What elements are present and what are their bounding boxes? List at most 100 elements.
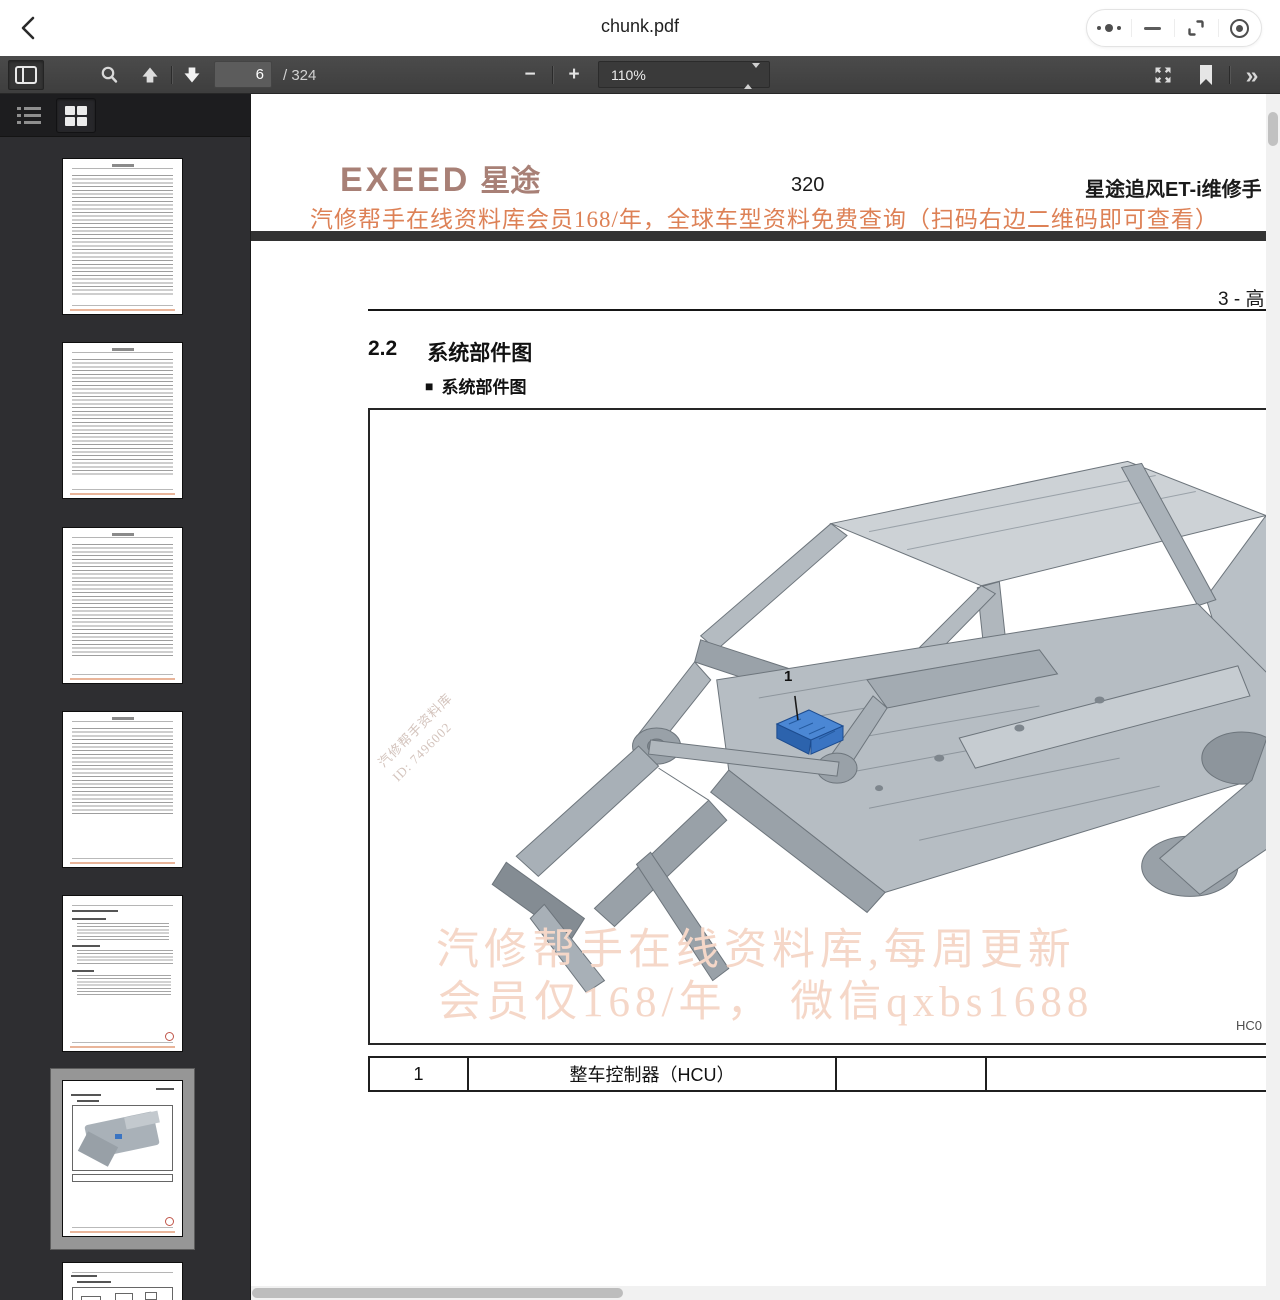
- search-icon: [99, 65, 119, 85]
- thumb-decoration: [72, 352, 173, 353]
- horizontal-scrollbar-track[interactable]: [251, 1286, 1280, 1300]
- thumbnail-page-5[interactable]: [62, 895, 183, 1052]
- thumbnails-view-button[interactable]: [56, 98, 96, 133]
- toggle-sidebar-button[interactable]: [8, 60, 44, 90]
- thumb-ad-line: [70, 493, 175, 496]
- divider: [1229, 66, 1230, 84]
- table-cell-name: 整车控制器（HCU）: [469, 1058, 837, 1090]
- thumb-heading: [71, 1094, 101, 1096]
- pdf-viewport[interactable]: EXEED 星途 320 星途追风ET-i维修手 汽修帮手在线资料库会员168/年…: [251, 94, 1266, 1300]
- big-watermark-line2: 会员仅168/年， 微信qxbs1688: [438, 967, 1093, 1029]
- thumb-decoration: [72, 537, 173, 538]
- thumb-diagram-block: [145, 1292, 157, 1300]
- sidebar-view-switcher: [0, 94, 250, 137]
- footer-ad-line: 汽修帮手在线资料库会员168/年，全球车型资料免费查询（扫码右边二维码即可查看）: [310, 200, 1219, 231]
- divider: [552, 66, 553, 84]
- restore-corners-icon: [1185, 17, 1207, 39]
- window-capsule: [1086, 9, 1262, 47]
- exit-record-button[interactable]: [1218, 10, 1262, 46]
- pdf-page-5: EXEED 星途 320 星途追风ET-i维修手 汽修帮手在线资料库会员168/年…: [251, 94, 1266, 231]
- section-heading: 2.2 系统部件图: [368, 337, 532, 367]
- zoom-level-select[interactable]: 110%: [598, 61, 770, 88]
- thumb-heading: [77, 1100, 99, 1102]
- thumb-heading: [72, 945, 100, 947]
- thumb-table-row: [72, 1174, 173, 1182]
- thumb-decoration: [112, 717, 134, 720]
- secondary-toolbar-button[interactable]: »: [1234, 60, 1270, 90]
- thumb-ad-line: [70, 1231, 175, 1234]
- arrow-up-icon: [140, 65, 160, 85]
- thumbnail-page-3[interactable]: [62, 527, 183, 684]
- table-cell-empty: [837, 1058, 987, 1090]
- thumb-figure-box: [72, 1105, 173, 1171]
- page-number-input[interactable]: [214, 61, 272, 88]
- plus-icon: +: [568, 64, 579, 86]
- table-cell-empty: [987, 1058, 1266, 1090]
- zoom-out-button[interactable]: −: [512, 60, 548, 90]
- dot-icon: [1117, 26, 1121, 30]
- footer-doc-title: 星途追风ET-i维修手: [1085, 173, 1262, 202]
- outline-view-button[interactable]: [12, 98, 46, 133]
- thumb-toc-lines: [72, 728, 173, 816]
- vertical-scrollbar-track[interactable]: [1266, 94, 1280, 1300]
- thumb-heading: [72, 970, 94, 972]
- thumb-decoration: [72, 674, 173, 676]
- float-window-button[interactable]: [1174, 10, 1218, 46]
- thumbnail-page-6-selected[interactable]: [50, 1068, 195, 1250]
- thumb-stamp: [165, 1217, 174, 1226]
- previous-page-button[interactable]: [134, 60, 166, 90]
- pdf-sidebar: [0, 94, 251, 1300]
- search-button[interactable]: [92, 60, 126, 90]
- more-options-button[interactable]: [1087, 10, 1131, 46]
- arrow-down-icon: [182, 65, 202, 85]
- thumb-decoration: [112, 533, 134, 536]
- thumb-ad-line: [70, 862, 175, 865]
- horizontal-scrollbar-thumb[interactable]: [252, 1288, 623, 1298]
- thumb-decoration: [72, 1227, 173, 1229]
- exeed-logo: EXEED 星途: [340, 156, 540, 200]
- thumbnail-page-1[interactable]: [62, 158, 183, 315]
- minimize-button[interactable]: [1131, 10, 1175, 46]
- next-page-button[interactable]: [176, 60, 208, 90]
- thumb-paragraph: [77, 950, 173, 966]
- page-header-right: 3 - 高: [1218, 284, 1264, 311]
- thumb-heading: [71, 1275, 97, 1277]
- thumb-heading: [72, 910, 118, 912]
- dot-icon: [1105, 24, 1113, 32]
- thumb-diagram-block: [115, 1293, 133, 1300]
- thumbnail-page-4[interactable]: [62, 711, 183, 868]
- thumbnail-page-7[interactable]: [62, 1262, 183, 1300]
- exeed-logo-cn: 星途: [480, 165, 540, 198]
- record-circle-icon: [1230, 19, 1249, 38]
- thumb-decoration: [72, 858, 173, 860]
- thumb-paragraph: [77, 975, 171, 997]
- figure-box: 1 汽修帮手资料库 ID: 7496002 汽修帮手在线资料库,每周更新 会员仅…: [368, 408, 1266, 1045]
- sidebar-icon: [15, 66, 37, 84]
- thumbnail-page-6[interactable]: [62, 1080, 183, 1237]
- vertical-scrollbar-thumb[interactable]: [1268, 112, 1278, 146]
- thumb-stamp: [165, 1032, 174, 1041]
- thumb-ad-line: [70, 678, 175, 681]
- header-rule: [368, 309, 1266, 311]
- divider: [171, 66, 172, 84]
- zoom-in-button[interactable]: +: [556, 60, 592, 90]
- dot-icon: [1097, 26, 1101, 30]
- exeed-logo-text: EXEED: [340, 161, 470, 199]
- minus-icon: −: [524, 64, 535, 86]
- footer-page-number: 320: [791, 174, 824, 197]
- black-square-bullet: ■: [425, 378, 433, 394]
- parts-table: 1 整车控制器（HCU）: [368, 1056, 1266, 1092]
- thumb-ad-line: [70, 1046, 175, 1049]
- thumb-decoration: [72, 168, 173, 169]
- select-arrows-icon: [744, 68, 760, 84]
- page-count-label: / 324: [283, 67, 316, 84]
- subsection-title: 系统部件图: [441, 373, 526, 398]
- zoom-level-value: 110%: [611, 67, 646, 83]
- thumb-decoration: [72, 721, 173, 722]
- presentation-mode-button[interactable]: [1146, 60, 1180, 90]
- bookmark-button[interactable]: [1190, 60, 1222, 90]
- thumbnail-page-2[interactable]: [62, 342, 183, 499]
- thumb-decoration: [72, 305, 173, 307]
- app-titlebar: chunk.pdf: [0, 0, 1280, 56]
- fullscreen-icon: [1153, 65, 1173, 85]
